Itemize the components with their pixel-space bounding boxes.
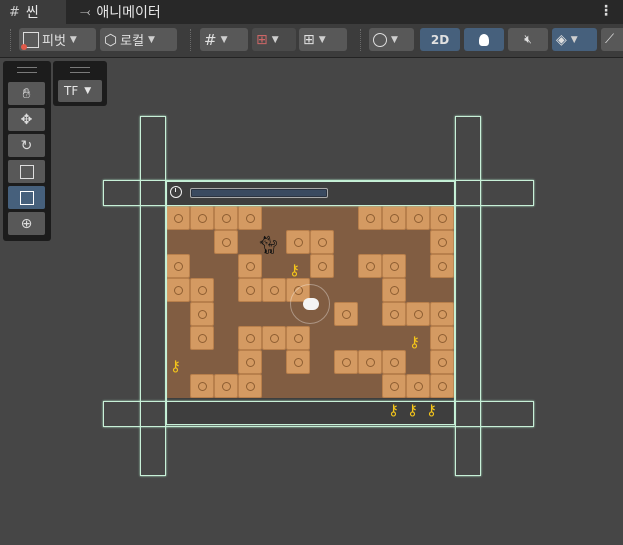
2d-toggle-button[interactable]: 2D <box>420 28 460 51</box>
more-options-icon[interactable]: ⋮ <box>599 3 613 19</box>
scale-icon <box>19 164 34 179</box>
visibility-icon: ⟋ <box>605 32 615 47</box>
tf-overlay-panel: TF ▼ <box>53 61 107 106</box>
tool-overlay-panel: ✋︎ ✥ ↻ ⊕ <box>3 61 51 241</box>
tf-dropdown[interactable]: TF ▼ <box>58 80 102 102</box>
ruler-dropdown[interactable]: ⊞ ▼ <box>299 28 347 51</box>
move-icon: ✥ <box>20 111 33 128</box>
transform-tool-button[interactable]: ⊕ <box>8 212 45 235</box>
tf-label: TF <box>64 84 79 98</box>
panel-drag-handle[interactable] <box>70 67 90 73</box>
rotate-icon: ↻ <box>20 137 33 154</box>
animator-icon: ⤙ <box>80 4 91 20</box>
chevron-down-icon: ▼ <box>84 86 92 96</box>
hand-icon: ✋︎ <box>22 85 31 102</box>
ruler-icon: ⊞ <box>303 31 315 48</box>
chevron-down-icon: ▼ <box>318 34 326 45</box>
chevron-down-icon: ▼ <box>391 34 398 45</box>
local-dropdown[interactable]: ⬡ 로컬 ▼ <box>100 28 177 51</box>
audio-toggle-button[interactable]: 🔇︎ <box>508 28 548 51</box>
move-tool-button[interactable]: ✥ <box>8 108 45 131</box>
game-canvas-bounds[interactable] <box>166 181 455 425</box>
scale-tool-button[interactable] <box>8 160 45 183</box>
panel-drag-handle[interactable] <box>17 67 37 73</box>
increment-snap-dropdown[interactable]: ⊞ ▼ <box>252 28 296 51</box>
chevron-down-icon: ▼ <box>220 34 228 45</box>
local-label: 로컬 <box>120 34 145 49</box>
grid-snap-icon: # <box>204 30 217 49</box>
pivot-label: 피벗 <box>42 34 66 49</box>
scene-visibility-button[interactable]: ⟋ <box>601 28 623 51</box>
grid-icon: # <box>9 4 20 20</box>
hand-tool-button[interactable]: ✋︎ <box>8 82 45 105</box>
rect-transform-icon <box>19 190 34 205</box>
chevron-down-icon: ▼ <box>570 34 578 45</box>
chevron-down-icon: ▼ <box>148 34 155 45</box>
lighting-toggle-button[interactable] <box>464 28 504 51</box>
tab-scene-label: 씬 <box>25 5 39 21</box>
tab-scene[interactable]: # 씬 <box>0 0 66 24</box>
tab-bar: # 씬 ⤙ 애니메이터 ⋮ <box>0 0 623 24</box>
tab-animator-label: 애니메이터 <box>96 5 161 21</box>
effects-dropdown[interactable]: ◈ ▼ <box>552 28 597 51</box>
tab-animator[interactable]: ⤙ 애니메이터 <box>80 0 161 24</box>
rotate-tool-button[interactable]: ↻ <box>8 134 45 157</box>
mute-speaker-icon: 🔇︎ <box>524 32 532 46</box>
scene-toolbar: 피벗 ▼ ⬡ 로컬 ▼ # ▼ ⊞ ▼ ⊞ ▼ ▼ 2D 🔇︎ ◈ ▼ ⟋ <box>0 24 623 58</box>
toolbar-grip[interactable] <box>360 29 364 51</box>
rect-tool-button[interactable] <box>8 186 45 209</box>
draw-mode-dropdown[interactable]: ▼ <box>369 28 414 51</box>
chevron-down-icon: ▼ <box>69 34 77 45</box>
transform-icon: ⊕ <box>20 215 33 232</box>
toolbar-grip[interactable] <box>190 29 194 51</box>
magnet-grid-icon: ⊞ <box>256 31 268 48</box>
lightbulb-icon <box>479 33 489 46</box>
2d-label: 2D <box>430 32 450 47</box>
pivot-dropdown[interactable]: 피벗 ▼ <box>19 28 96 51</box>
toolbar-grip[interactable] <box>10 29 14 51</box>
shading-mode-icon <box>373 32 387 47</box>
pivot-icon <box>21 31 39 50</box>
cube-icon: ⬡ <box>104 30 118 49</box>
layers-icon: ◈ <box>556 31 567 48</box>
grid-snapping-dropdown[interactable]: # ▼ <box>200 28 248 51</box>
chevron-down-icon: ▼ <box>271 34 279 45</box>
